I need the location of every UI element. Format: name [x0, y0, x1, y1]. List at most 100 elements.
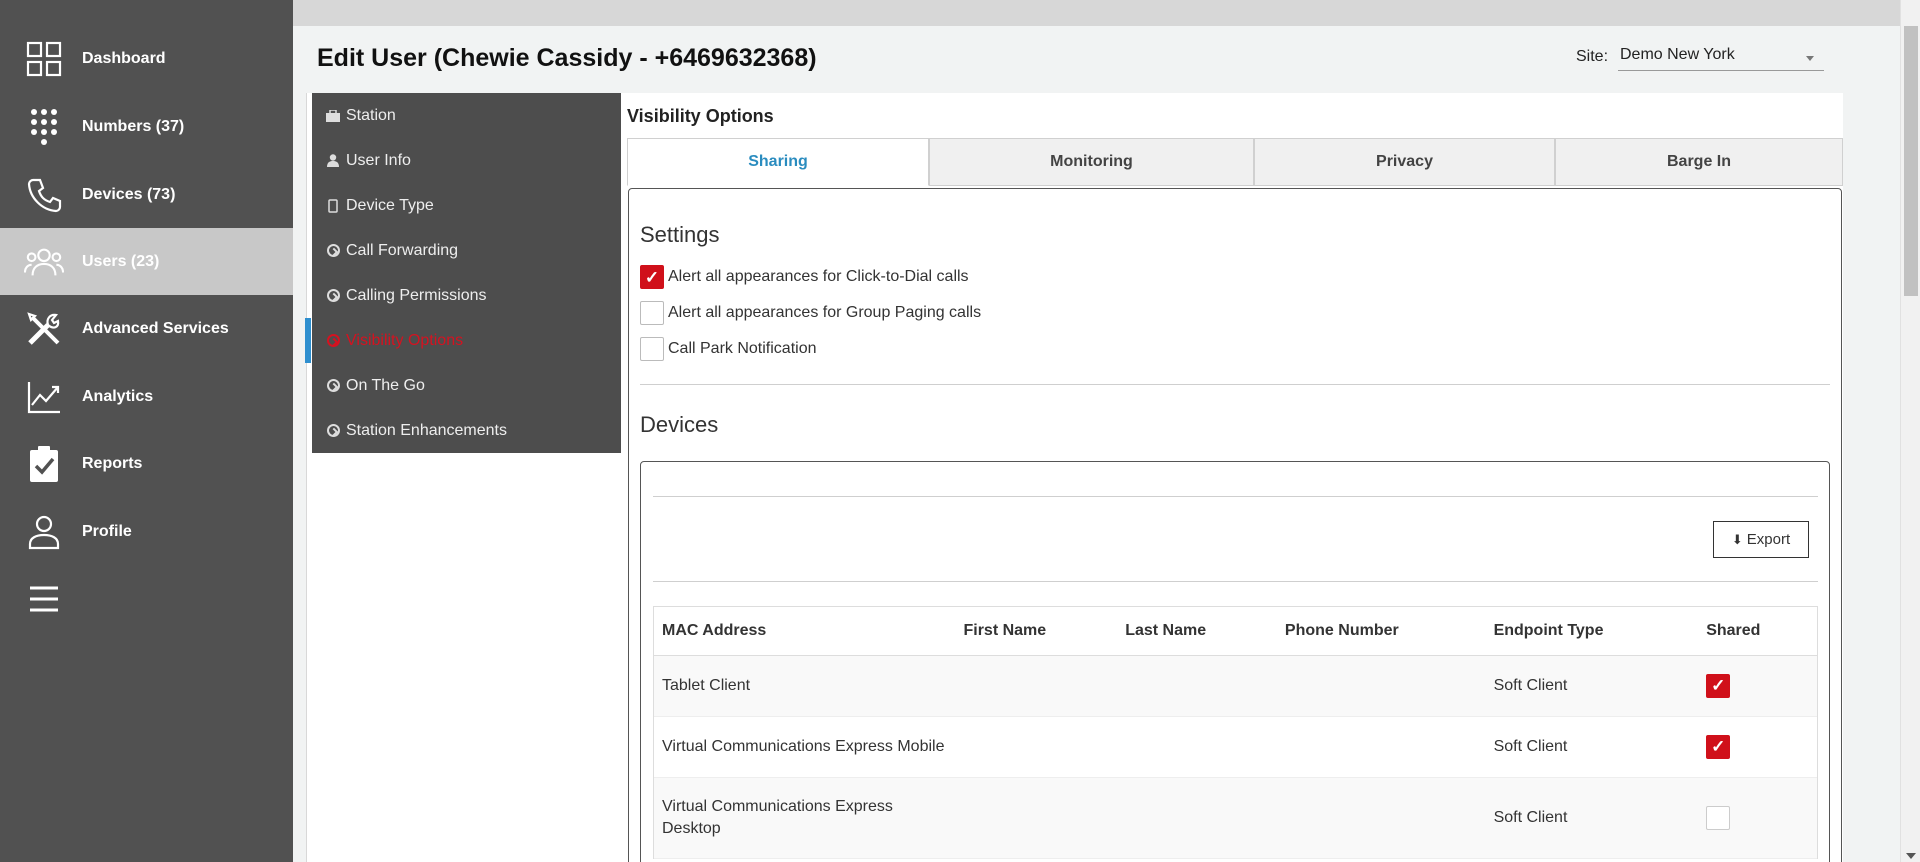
sidebar-item-dashboard[interactable]: Dashboard: [0, 25, 293, 92]
clipboard-check-icon: [24, 444, 64, 484]
arrow-circle-icon: [326, 424, 340, 438]
subnav-item-label: User Info: [346, 151, 411, 169]
cell-shared: [1698, 674, 1817, 698]
sidebar-item-label: Numbers (37): [82, 117, 185, 135]
devices-table: MAC Address First Name Last Name Phone N…: [653, 606, 1818, 859]
column-header-last-name[interactable]: Last Name: [1117, 622, 1277, 640]
subnav-item-on-the-go[interactable]: On The Go: [312, 363, 621, 408]
dialpad-icon: [24, 107, 64, 147]
tab-monitoring[interactable]: Monitoring: [929, 138, 1254, 186]
sidebar-item-profile[interactable]: Profile: [0, 498, 293, 565]
site-select-value: Demo New York: [1620, 46, 1735, 63]
call-park-checkbox[interactable]: [640, 337, 664, 361]
cell-shared: [1698, 735, 1817, 759]
scrollbar-thumb[interactable]: [1904, 26, 1918, 296]
export-button[interactable]: ⬇ Export: [1713, 521, 1809, 558]
column-header-endpoint-type[interactable]: Endpoint Type: [1486, 622, 1699, 640]
briefcase-icon: [326, 109, 340, 123]
table-row: Virtual Communications Express Mobile So…: [654, 717, 1817, 778]
sidebar-item-numbers[interactable]: Numbers (37): [0, 93, 293, 160]
sidebar-item-label: Devices (73): [82, 185, 176, 203]
top-bar: [293, 0, 1900, 26]
tools-icon: [24, 309, 64, 349]
setting-label: Alert all appearances for Group Paging c…: [668, 304, 982, 321]
chevron-down-icon: [1806, 56, 1814, 61]
setting-label: Alert all appearances for Click-to-Dial …: [668, 268, 969, 285]
shared-checkbox[interactable]: [1706, 674, 1731, 698]
sidebar-item-label: Dashboard: [82, 49, 166, 67]
subnav-item-station[interactable]: Station: [312, 93, 621, 138]
sidebar-item-reports[interactable]: Reports: [0, 430, 293, 497]
phone-icon: [24, 175, 64, 215]
users-icon: [24, 242, 64, 282]
sidebar-item-label: Reports: [82, 454, 143, 472]
mobile-icon: [326, 198, 340, 213]
tab-bar: Sharing Monitoring Privacy Barge In: [627, 138, 1843, 186]
cell-mac: Virtual Communications Express Desktop: [662, 798, 893, 837]
subnav-item-call-forwarding[interactable]: Call Forwarding: [312, 228, 621, 273]
devices-heading: Devices: [640, 412, 719, 437]
cell-mac: Tablet Client: [662, 677, 751, 694]
table-row: Virtual Communications Express Desktop S…: [654, 778, 1817, 859]
page-title: Edit User (Chewie Cassidy - +6469632368): [317, 44, 817, 72]
setting-call-park: Call Park Notification: [640, 336, 817, 362]
sidebar-menu-toggle[interactable]: [0, 565, 293, 632]
arrow-circle-icon: [326, 379, 340, 393]
cell-shared: [1698, 806, 1817, 830]
cell-endpoint: Soft Client: [1493, 677, 1568, 694]
hamburger-icon: [24, 579, 64, 619]
click-to-dial-checkbox[interactable]: [640, 265, 664, 289]
table-row: Tablet Client Soft Client: [654, 656, 1817, 717]
setting-label: Call Park Notification: [668, 340, 817, 357]
user-icon: [24, 512, 64, 552]
main-sidebar: Dashboard Numbers (37) Devices (73) User…: [0, 0, 293, 862]
setting-group-paging: Alert all appearances for Group Paging c…: [640, 300, 981, 326]
cell-endpoint: Soft Client: [1493, 809, 1568, 826]
tab-sharing[interactable]: Sharing: [627, 138, 929, 186]
sidebar-item-label: Profile: [82, 522, 132, 540]
sidebar-item-label: Advanced Services: [82, 319, 229, 337]
group-paging-checkbox[interactable]: [640, 301, 664, 325]
sidebar-item-devices[interactable]: Devices (73): [0, 161, 293, 228]
arrow-circle-icon: [326, 244, 340, 258]
user-subnav: Station User Info Device Type Call Forwa…: [305, 93, 621, 453]
subnav-item-visibility-options[interactable]: Visibility Options: [305, 318, 621, 363]
export-label: Export: [1746, 531, 1791, 548]
sidebar-item-advanced-services[interactable]: Advanced Services: [0, 295, 293, 362]
vertical-scrollbar[interactable]: [1900, 0, 1920, 862]
site-select[interactable]: Demo New York: [1618, 46, 1824, 71]
column-header-mac[interactable]: MAC Address: [654, 622, 955, 640]
column-header-shared[interactable]: Shared: [1698, 622, 1817, 640]
subnav-item-label: On The Go: [346, 376, 425, 394]
download-icon: ⬇: [1731, 531, 1743, 547]
grid-icon: [24, 39, 64, 79]
sidebar-item-label: Users (23): [82, 252, 160, 270]
setting-click-to-dial: Alert all appearances for Click-to-Dial …: [640, 264, 969, 290]
subnav-item-label: Station: [346, 106, 396, 124]
shared-checkbox[interactable]: [1706, 735, 1731, 759]
settings-heading: Settings: [640, 222, 720, 247]
arrow-circle-icon: [326, 334, 340, 348]
cell-mac: Virtual Communications Express Mobile: [662, 738, 945, 755]
sharing-panel: Settings Alert all appearances for Click…: [628, 188, 1842, 862]
column-header-phone-number[interactable]: Phone Number: [1277, 622, 1486, 640]
subnav-item-label: Calling Permissions: [346, 286, 487, 304]
section-title: Visibility Options: [627, 106, 774, 126]
tab-privacy[interactable]: Privacy: [1254, 138, 1555, 186]
subnav-item-device-type[interactable]: Device Type: [312, 183, 621, 228]
sidebar-item-label: Analytics: [82, 387, 154, 405]
scroll-down-icon[interactable]: [1906, 853, 1916, 859]
subnav-item-label: Station Enhancements: [346, 421, 507, 439]
column-header-first-name[interactable]: First Name: [955, 622, 1117, 640]
subnav-item-station-enhancements[interactable]: Station Enhancements: [312, 408, 621, 453]
sidebar-item-analytics[interactable]: Analytics: [0, 363, 293, 430]
table-header: MAC Address First Name Last Name Phone N…: [654, 607, 1817, 656]
divider: [653, 496, 1818, 497]
shared-checkbox[interactable]: [1706, 806, 1731, 830]
tab-barge-in[interactable]: Barge In: [1555, 138, 1843, 186]
subnav-item-calling-permissions[interactable]: Calling Permissions: [312, 273, 621, 318]
sidebar-item-users[interactable]: Users (23): [0, 228, 293, 295]
subnav-item-label: Call Forwarding: [346, 241, 459, 259]
subnav-item-label: Visibility Options: [346, 331, 464, 349]
subnav-item-user-info[interactable]: User Info: [312, 138, 621, 183]
